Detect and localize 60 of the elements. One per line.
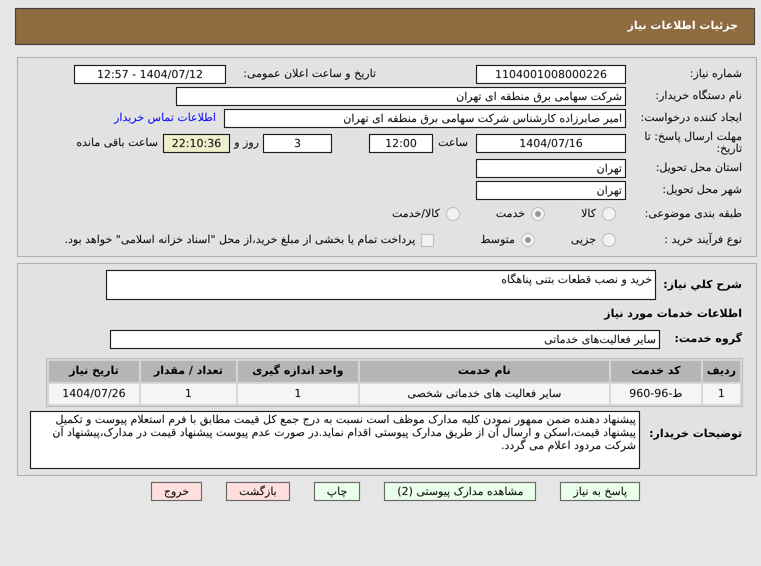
field-label: تاریخ و ساعت اعلان عمومی: bbox=[242, 66, 376, 82]
action-button[interactable]: بازگشت bbox=[226, 482, 290, 501]
checkbox-label: پرداخت تمام یا بخشی از مبلغ خرید،از محل "اسناد خزانه اسلامی" خواهد بود. bbox=[64, 232, 416, 248]
table-cell: 1 bbox=[702, 384, 740, 404]
radio-label: کالا/خدمت bbox=[392, 206, 440, 222]
action-button[interactable]: خروج bbox=[150, 482, 202, 501]
field-label: نوع فرآیند خرید : bbox=[663, 232, 743, 248]
city-field: تهران bbox=[476, 180, 626, 200]
action-button[interactable]: چاپ bbox=[314, 482, 360, 501]
field-label: طبقه بندی موضوعی: bbox=[644, 206, 743, 222]
action-button[interactable]: مشاهده مدارک پیوستی (2) bbox=[384, 482, 536, 501]
column-header: نام خدمت bbox=[360, 361, 609, 382]
page-title: جزئیات اطلاعات نیاز bbox=[628, 18, 738, 34]
field-label: ایجاد کننده درخواست: bbox=[640, 110, 743, 126]
need-number-field: 1104001008000226 bbox=[476, 64, 626, 84]
table-cell: ط-96-960 bbox=[610, 384, 701, 404]
field-label: شماره نیاز: bbox=[688, 66, 743, 82]
field-label: توضیحات خریدار: bbox=[648, 426, 743, 440]
field-label: شهر محل تحویل: bbox=[661, 182, 743, 198]
summary-textarea[interactable]: خرید و نصب قطعات بتنی پناهگاه bbox=[106, 270, 656, 300]
radio-button[interactable] bbox=[602, 233, 616, 247]
radio-label: خدمت bbox=[496, 206, 526, 222]
table-cell: 1 bbox=[238, 384, 358, 404]
days-field: 3 bbox=[263, 134, 332, 152]
radio-button[interactable] bbox=[602, 207, 616, 221]
remaining-time-field: 22:10:36 bbox=[163, 134, 230, 152]
radio-button[interactable] bbox=[520, 233, 535, 247]
field-label: گروه خدمت: bbox=[673, 330, 743, 347]
deadline-time-field: 12:00 bbox=[369, 134, 433, 152]
radio-label: کالا bbox=[581, 206, 596, 222]
field-label: روز و bbox=[232, 134, 259, 151]
announce-date-field: 1404/07/12 - 12:57 bbox=[74, 64, 226, 84]
contact-link[interactable]: اطلاعات تماس خریدار bbox=[114, 110, 216, 126]
column-header: کد خدمت bbox=[610, 361, 701, 382]
field-label: مهلت ارسال پاسخ: تا تاریخ: bbox=[643, 130, 743, 156]
column-header: تعداد / مقدار bbox=[140, 361, 236, 382]
column-header: ردیف bbox=[702, 361, 740, 382]
section-title: اطلاعات خدمات مورد نیاز bbox=[604, 306, 743, 322]
radio-button[interactable] bbox=[446, 207, 460, 221]
service-group-field: سایر فعالیت‌های خدماتی bbox=[110, 330, 660, 348]
field-label: نام دستگاه خریدار: bbox=[654, 88, 743, 104]
column-header: واحد اندازه گیری bbox=[238, 361, 358, 382]
action-button[interactable]: پاسخ به نیاز bbox=[560, 482, 640, 501]
table-cell: 1404/07/26 bbox=[49, 384, 139, 404]
field-label: شرح کلي نياز: bbox=[662, 276, 743, 293]
field-label: استان محل تحویل: bbox=[654, 160, 743, 176]
buyer-field: شرکت سهامی برق منطقه ای تهران bbox=[176, 86, 626, 106]
table-cell: 1 bbox=[140, 384, 236, 404]
table-cell: سایر فعالیت های خدماتی شخصی bbox=[360, 384, 609, 404]
notes-textarea[interactable]: پیشنهاد دهنده ضمن ممهور نمودن کلیه مدارک موظف است نسبت به درج جمع کل قیمت مطابق با فرم استعلام پیوست و تکمیل پیشنهاد قیمت،اسکن و ارسال آن از طریق مدارک پیوستی اقدام نماید.در صورت عدم پیوست پیشنهاد قیمت در مدارک،پیشنهاد آن شرکت مردود اعلام می گردد. bbox=[30, 411, 640, 469]
radio-label: متوسط bbox=[480, 232, 515, 248]
checkbox[interactable] bbox=[421, 234, 434, 246]
radio-label: جزیی bbox=[570, 232, 596, 248]
field-label: ساعت bbox=[437, 134, 468, 151]
field-label: ساعت باقی مانده bbox=[76, 134, 158, 151]
province-field: تهران bbox=[476, 158, 626, 178]
radio-button[interactable] bbox=[531, 207, 546, 221]
column-header: تاریخ نیاز bbox=[49, 361, 139, 382]
deadline-date-field: 1404/07/16 bbox=[476, 134, 626, 152]
creator-field: امیر صابرزاده کارشناس شرکت سهامی برق منطقه ای تهران bbox=[224, 108, 626, 128]
